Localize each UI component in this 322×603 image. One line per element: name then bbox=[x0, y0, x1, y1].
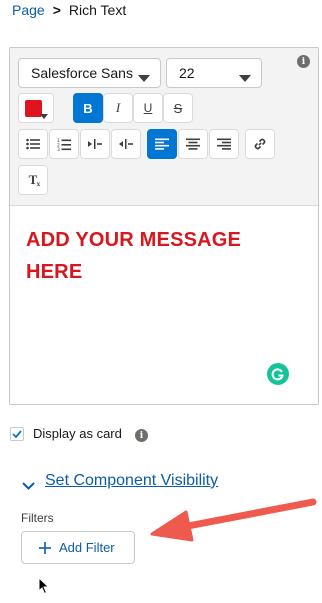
numbered-list-icon: 1 2 3 bbox=[57, 138, 71, 151]
numbered-list-button[interactable]: 1 2 3 bbox=[49, 129, 79, 159]
display-as-card-checkbox[interactable] bbox=[10, 427, 24, 441]
breadcrumb: Page > Rich Text bbox=[12, 2, 126, 18]
strikethrough-button[interactable]: S bbox=[163, 93, 193, 123]
strikethrough-icon: S bbox=[173, 100, 183, 116]
align-right-icon bbox=[217, 138, 231, 150]
align-left-icon bbox=[155, 138, 169, 150]
outdent-button[interactable] bbox=[111, 129, 141, 159]
editor-toolbar: Salesforce Sans 22 i B I U S 1 2 3 T x bbox=[10, 48, 318, 206]
link-icon bbox=[254, 138, 266, 150]
info-icon[interactable]: i bbox=[135, 429, 148, 442]
bold-icon: B bbox=[83, 100, 93, 116]
align-left-button[interactable] bbox=[147, 129, 177, 159]
bulleted-list-icon bbox=[26, 138, 40, 150]
align-center-button[interactable] bbox=[178, 129, 208, 159]
outdent-icon bbox=[119, 139, 133, 149]
breadcrumb-current: Rich Text bbox=[68, 2, 127, 18]
bold-button[interactable]: B bbox=[73, 93, 103, 123]
svg-text:3: 3 bbox=[57, 147, 60, 151]
underline-icon: U bbox=[143, 101, 153, 115]
font-family-value: Salesforce Sans bbox=[31, 65, 133, 81]
chevron-down-icon[interactable] bbox=[22, 477, 35, 495]
font-size-select[interactable]: 22 bbox=[166, 58, 262, 88]
indent-icon bbox=[88, 139, 102, 149]
annotation-arrow bbox=[150, 498, 317, 542]
underline-button[interactable]: U bbox=[133, 93, 163, 123]
italic-icon: I bbox=[115, 100, 121, 115]
info-icon[interactable]: i bbox=[297, 55, 310, 68]
plus-icon bbox=[39, 541, 51, 554]
mouse-pointer-icon bbox=[38, 577, 50, 595]
display-as-card-label[interactable]: Display as card bbox=[33, 426, 122, 441]
chevron-down-icon bbox=[40, 106, 48, 124]
font-family-select[interactable]: Salesforce Sans bbox=[18, 58, 161, 88]
align-center-icon bbox=[186, 138, 200, 150]
clear-formatting-button[interactable]: Tx bbox=[18, 165, 48, 195]
checkmark-icon bbox=[12, 430, 22, 438]
insert-link-button[interactable] bbox=[245, 129, 275, 159]
align-right-button[interactable] bbox=[209, 129, 239, 159]
message-line-2: HERE bbox=[26, 261, 83, 283]
set-component-visibility-link[interactable]: Set Component Visibility bbox=[45, 472, 218, 490]
rich-text-editor: Salesforce Sans 22 i B I U S 1 2 3 T x A… bbox=[9, 47, 319, 405]
indent-button[interactable] bbox=[80, 129, 110, 159]
filters-label: Filters bbox=[21, 511, 54, 525]
add-filter-button[interactable]: Add Filter bbox=[21, 531, 135, 564]
grammarly-icon[interactable] bbox=[267, 363, 289, 385]
clear-format-icon: Tx bbox=[28, 172, 41, 188]
rich-text-content[interactable]: ADD YOUR MESSAGE HERE bbox=[26, 224, 286, 288]
chevron-down-icon bbox=[138, 70, 150, 86]
breadcrumb-page-link[interactable]: Page bbox=[12, 2, 45, 18]
italic-button[interactable]: I bbox=[103, 93, 133, 123]
message-line-1: ADD YOUR MESSAGE bbox=[26, 229, 242, 251]
breadcrumb-separator: > bbox=[52, 2, 61, 18]
font-size-value: 22 bbox=[179, 65, 195, 81]
text-color-button[interactable] bbox=[18, 93, 54, 123]
add-filter-label: Add Filter bbox=[59, 540, 115, 555]
bulleted-list-button[interactable] bbox=[18, 129, 48, 159]
chevron-down-icon bbox=[239, 70, 251, 86]
